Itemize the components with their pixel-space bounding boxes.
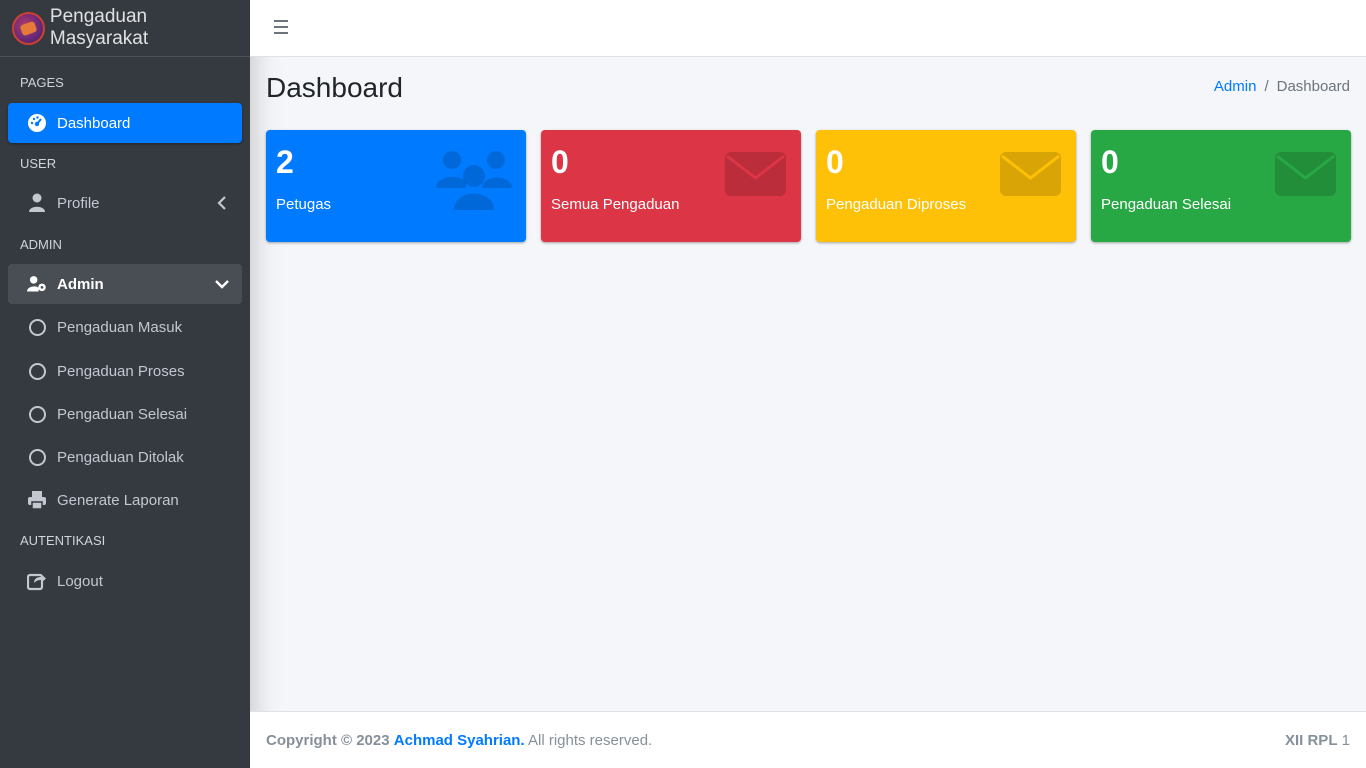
card-label: Pengaduan Selesai xyxy=(1101,196,1232,213)
card-value: 0 xyxy=(551,144,569,180)
users-icon xyxy=(436,148,512,215)
footer: Copyright © 2023 Achmad Syahrian. All ri… xyxy=(250,711,1366,768)
card-value: 0 xyxy=(826,144,844,180)
sidebar-item-label: Generate Laporan xyxy=(57,491,179,509)
envelope-icon xyxy=(1000,148,1062,201)
circle-icon xyxy=(27,361,47,381)
card-label: Pengaduan Diproses xyxy=(826,196,967,213)
class-number: 1 xyxy=(1341,732,1350,749)
sidebar-item-pengaduan-masuk[interactable]: Pengaduan Masuk xyxy=(8,307,242,347)
footer-class: XII RPL 1 xyxy=(1285,732,1350,749)
menu-toggle-icon[interactable] xyxy=(274,20,288,35)
sidebar-item-label: Logout xyxy=(57,572,103,590)
sidebar-item-pengaduan-selesai[interactable]: Pengaduan Selesai xyxy=(8,394,242,434)
card-value: 0 xyxy=(1101,144,1119,180)
sidebar-item-label: Admin xyxy=(57,275,104,293)
sidebar-item-label: Dashboard xyxy=(57,114,131,132)
breadcrumb-home-link[interactable]: Admin xyxy=(1214,78,1257,95)
user-icon xyxy=(27,193,47,213)
brand[interactable]: Pengaduan Masyarakat xyxy=(0,0,250,57)
footer-copyright: Copyright © 2023 Achmad Syahrian. All ri… xyxy=(266,732,652,749)
copyright-text: Copyright © 2023 xyxy=(266,732,390,749)
envelope-icon xyxy=(1275,148,1337,201)
breadcrumb-separator: / xyxy=(1264,78,1269,95)
tachometer-icon xyxy=(27,113,47,133)
breadcrumb: Admin / Dashboard xyxy=(1214,78,1350,95)
top-navbar xyxy=(250,0,1366,57)
card-pengaduan-diproses[interactable]: 0 Pengaduan Diproses xyxy=(816,130,1076,242)
circle-icon xyxy=(27,404,47,424)
sidebar-item-profile[interactable]: Profile xyxy=(8,183,242,223)
chevron-left-icon xyxy=(214,195,230,211)
sidebar-item-label: Pengaduan Ditolak xyxy=(57,448,184,466)
brand-title: Pengaduan Masyarakat xyxy=(49,6,149,49)
card-label: Semua Pengaduan xyxy=(551,196,680,213)
envelope-icon xyxy=(725,148,787,201)
class-label: XII RPL xyxy=(1284,732,1338,749)
author-link[interactable]: Achmad Syahrian. xyxy=(394,732,525,749)
card-semua-pengaduan[interactable]: 0 Semua Pengaduan xyxy=(541,130,801,242)
user-cog-icon xyxy=(27,274,47,294)
circle-icon xyxy=(27,447,47,467)
share-square-icon xyxy=(27,571,47,591)
sidebar-item-dashboard[interactable]: Dashboard xyxy=(8,103,242,143)
breadcrumb-current: Dashboard xyxy=(1276,78,1350,95)
sidebar-item-generate-laporan[interactable]: Generate Laporan xyxy=(8,480,242,520)
nav-header-admin: ADMIN xyxy=(20,237,62,252)
nav-header-user: USER xyxy=(20,156,57,171)
sidebar-item-admin[interactable]: Admin xyxy=(8,264,242,304)
rights-text: All rights reserved. xyxy=(528,732,653,749)
card-pengaduan-selesai[interactable]: 0 Pengaduan Selesai xyxy=(1091,130,1351,242)
page-title: Dashboard xyxy=(266,72,403,103)
sidebar-item-logout[interactable]: Logout xyxy=(8,561,242,601)
sidebar-item-pengaduan-proses[interactable]: Pengaduan Proses xyxy=(8,351,242,391)
card-label: Petugas xyxy=(276,196,332,213)
nav-header-pages: PAGES xyxy=(20,75,64,90)
chevron-down-icon xyxy=(214,276,230,292)
print-icon xyxy=(27,490,47,510)
sidebar-item-label: Pengaduan Selesai xyxy=(57,405,188,423)
nav-header-autentikasi: AUTENTIKASI xyxy=(20,533,106,548)
sidebar-item-pengaduan-ditolak[interactable]: Pengaduan Ditolak xyxy=(8,437,242,477)
circle-icon xyxy=(27,317,47,337)
brand-logo xyxy=(12,11,45,45)
sidebar-item-label: Pengaduan Proses xyxy=(57,362,185,380)
sidebar-item-label: Pengaduan Masuk xyxy=(57,318,183,336)
card-petugas[interactable]: 2 Petugas xyxy=(266,130,526,242)
card-value: 2 xyxy=(276,144,294,180)
sidebar: Pengaduan Masyarakat PAGES Dashboard USE… xyxy=(0,0,250,768)
sidebar-item-label: Profile xyxy=(57,194,100,212)
